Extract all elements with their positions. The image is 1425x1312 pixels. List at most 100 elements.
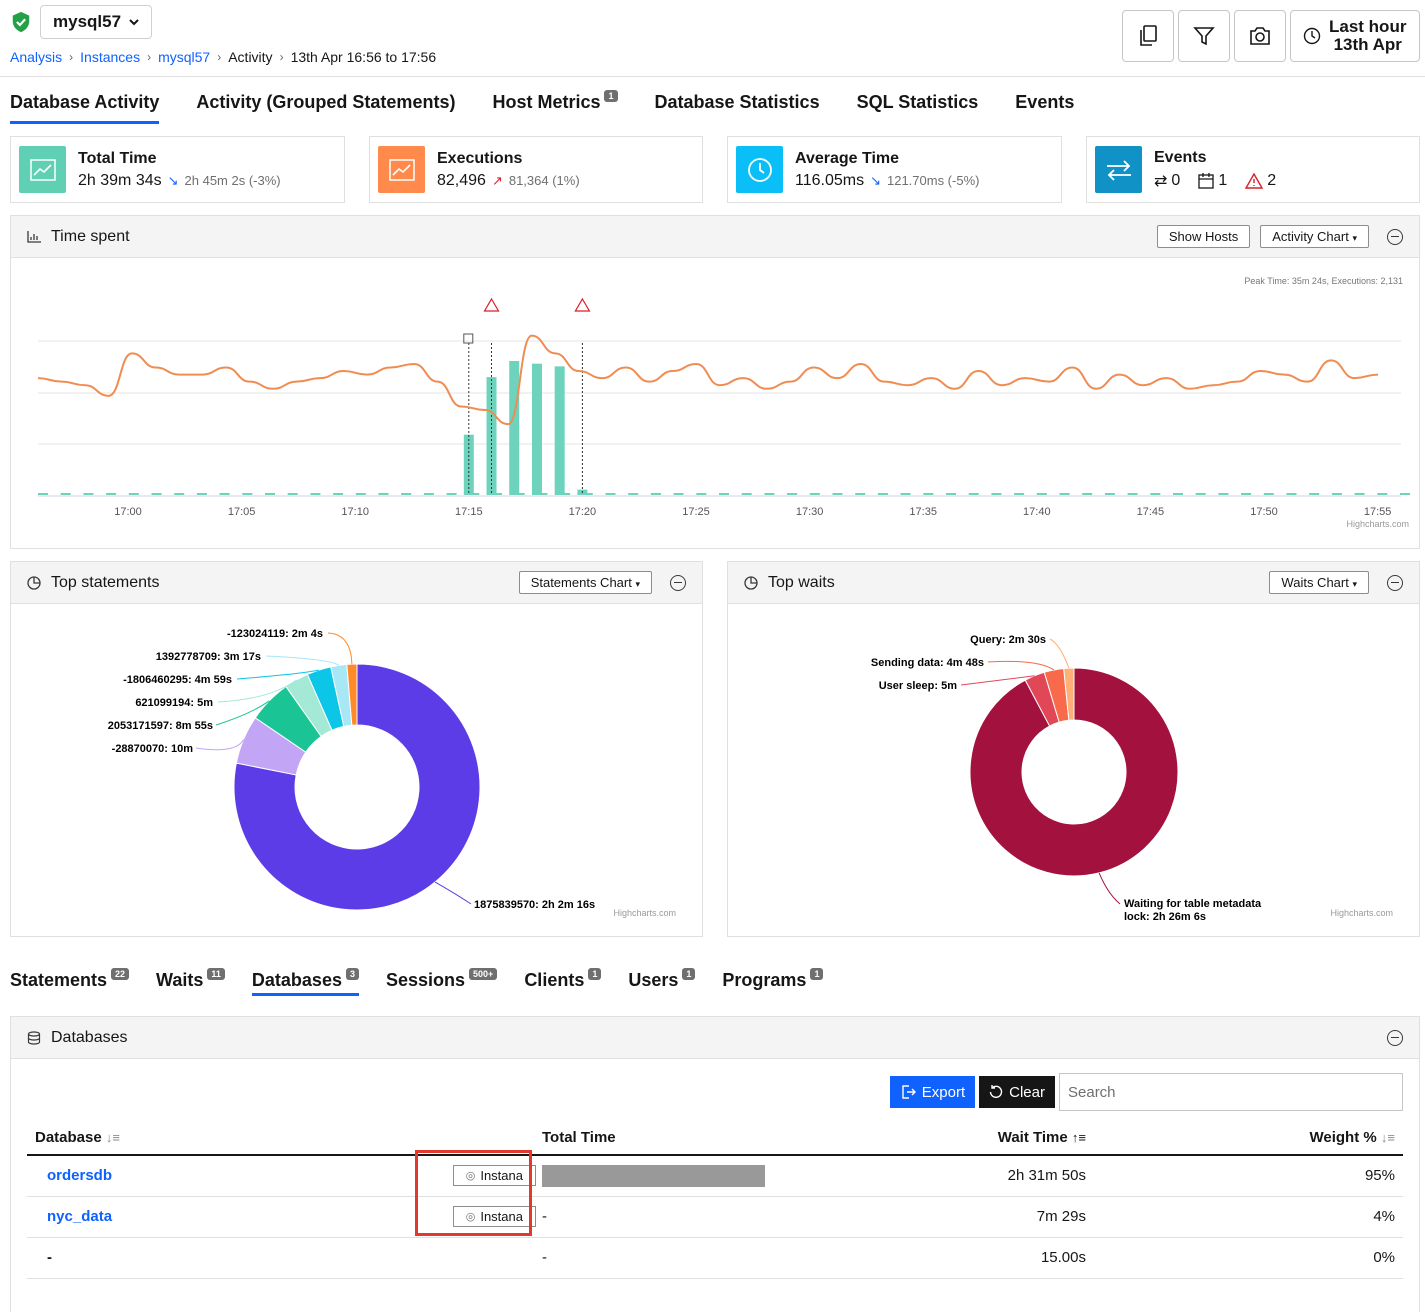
total-time-bar <box>542 1164 766 1187</box>
top-waits-chart[interactable]: Waiting for table metadatalock: 2h 26m 6… <box>728 604 1418 934</box>
bar-baseline <box>333 493 344 495</box>
arrow-up-right-icon: ↗ <box>491 172 503 188</box>
instance-header: mysql57 <box>10 5 153 39</box>
filter-icon <box>1193 27 1215 46</box>
table-row[interactable]: ordersdb ◎ Instana 2h 31m 50s 95% <box>27 1155 1403 1197</box>
export-button[interactable]: Export <box>889 1076 976 1108</box>
kpi-title: Events <box>1154 148 1207 166</box>
top-statements-chart[interactable]: 1875839570: 2h 2m 16s -28870070: 10m 20531… <box>11 604 701 934</box>
tab-host-metrics[interactable]: Host Metrics 1 <box>492 90 618 124</box>
show-hosts-button[interactable]: Show Hosts <box>1156 225 1251 248</box>
column-weight[interactable]: Weight % ↓≡ <box>1094 1121 1403 1156</box>
bar-baseline <box>1082 493 1093 495</box>
subtab-badge: 22 <box>111 968 130 980</box>
collapse-icon[interactable] <box>1387 574 1403 591</box>
breadcrumb-analysis[interactable]: Analysis <box>10 49 62 65</box>
bar-baseline <box>809 493 820 495</box>
subtab-waits[interactable]: Waits 11 <box>156 968 225 996</box>
subtab-users[interactable]: Users 1 <box>628 968 696 996</box>
subtab-label: Sessions <box>385 970 466 990</box>
time-range-button[interactable]: Last hour 13th Apr <box>1290 10 1420 62</box>
bar-baseline <box>1195 493 1206 495</box>
tab-activity-grouped[interactable]: Activity (Grouped Statements) <box>196 92 455 124</box>
table-row[interactable]: - - 15.00s 0% <box>27 1237 1403 1279</box>
bar-baseline <box>355 493 366 495</box>
kpi-total-time: Total Time 2h 39m 34s ↘ 2h 45m 2s (-3%) <box>10 136 345 203</box>
bar-baseline <box>741 493 752 495</box>
subtab-clients[interactable]: Clients 1 <box>524 968 602 996</box>
kpi-value: 2h 39m 34s <box>78 171 162 189</box>
subtab-label: Statements <box>10 970 108 990</box>
activity-chart-menu[interactable]: Activity Chart ▾ <box>1260 225 1369 248</box>
subtab-statements[interactable]: Statements 22 <box>10 968 130 996</box>
kpi-compare: 2h 45m 2s (-3%) <box>184 173 281 188</box>
subtab-label: Clients <box>524 970 585 990</box>
tab-database-statistics[interactable]: Database Statistics <box>655 92 820 124</box>
peak-label: Peak Time: 35m 24s, Executions: 2,131 <box>1244 276 1403 286</box>
search-input[interactable]: Search <box>1059 1073 1403 1111</box>
column-label: Wait Time <box>997 1129 1068 1146</box>
connector-line <box>987 660 1055 671</box>
tab-events[interactable]: Events <box>1015 92 1074 124</box>
instance-name: mysql57 <box>53 12 122 31</box>
bar-baseline <box>174 493 185 495</box>
filter-button[interactable] <box>1178 10 1230 62</box>
statements-chart-menu[interactable]: Statements Chart ▾ <box>518 571 652 594</box>
activity-bar <box>554 366 565 495</box>
bar-baseline <box>378 493 389 495</box>
bar-baseline <box>106 493 117 495</box>
collapse-icon[interactable] <box>1387 1029 1403 1046</box>
panel-title: Top waits <box>768 573 835 591</box>
screenshot-button[interactable] <box>1234 10 1286 62</box>
events-calendar: 1 <box>1218 171 1228 189</box>
bar-baseline <box>1173 493 1183 495</box>
slice-label: 1875839570: 2h 2m 16s <box>474 899 595 911</box>
subtab-sessions[interactable]: Sessions 500+ <box>385 968 498 996</box>
bar-baseline <box>650 493 661 495</box>
warning-icon <box>1245 172 1264 189</box>
export-label: Export <box>921 1083 966 1101</box>
kpi-events: Events ⇄ 0 1 2 <box>1086 136 1420 203</box>
instance-selector[interactable]: mysql57 <box>40 5 153 39</box>
kpi-title: Average Time <box>795 149 900 167</box>
bar-baseline <box>151 493 162 495</box>
subtab-badge: 1 <box>682 968 696 980</box>
tab-database-activity[interactable]: Database Activity <box>10 92 160 124</box>
bar-baseline <box>1286 493 1297 495</box>
bar-baseline <box>605 493 616 495</box>
clear-button[interactable]: Clear <box>979 1076 1055 1108</box>
total-time-cell: - <box>534 1237 834 1279</box>
table-row[interactable]: nyc_data ◎ Instana - 7m 29s 4% <box>27 1196 1403 1238</box>
reset-icon <box>989 1085 1003 1098</box>
tab-sql-statistics[interactable]: SQL Statistics <box>857 92 979 124</box>
bar-chart-icon <box>27 230 41 243</box>
top-waits-panel: Top waits Waits Chart ▾ Waiting for tabl… <box>727 561 1420 937</box>
column-total-time[interactable]: Total Time <box>534 1121 834 1156</box>
copy-button[interactable] <box>1122 10 1174 62</box>
subtab-databases[interactable]: Databases 3 <box>251 968 359 996</box>
warning-marker <box>574 297 591 312</box>
collapse-icon[interactable] <box>670 574 686 591</box>
x-tick-label: 17:45 <box>1137 506 1165 518</box>
slice-label: User sleep: 5m <box>879 680 957 692</box>
connector-line <box>327 632 353 665</box>
slice-label: 621099194: 5m <box>135 697 213 709</box>
time-spent-chart[interactable]: Peak Time: 35m 24s, Executions: 2,131 17:… <box>11 258 1419 548</box>
x-tick-label: 17:55 <box>1364 506 1392 518</box>
chevron-right-icon: › <box>69 50 74 64</box>
bar-baseline <box>1150 493 1161 495</box>
subtab-programs[interactable]: Programs 1 <box>722 968 824 996</box>
column-wait-time[interactable]: Wait Time ↑≡ <box>834 1121 1094 1156</box>
collapse-icon[interactable] <box>1387 228 1403 245</box>
highlight-annotation <box>415 1150 532 1236</box>
subtab-badge: 1 <box>588 968 602 980</box>
breadcrumb-instances[interactable]: Instances <box>80 49 140 65</box>
waits-chart-menu[interactable]: Waits Chart ▾ <box>1269 571 1369 594</box>
database-link[interactable]: nyc_data <box>35 1208 112 1225</box>
bar-baseline <box>1377 493 1388 495</box>
breadcrumb-instance[interactable]: mysql57 <box>158 49 210 65</box>
database-link[interactable]: ordersdb <box>35 1167 112 1184</box>
tab-badge: 1 <box>604 90 618 102</box>
slice-label: -1806460295: 4m 59s <box>123 674 232 686</box>
bar-baseline <box>877 493 888 495</box>
